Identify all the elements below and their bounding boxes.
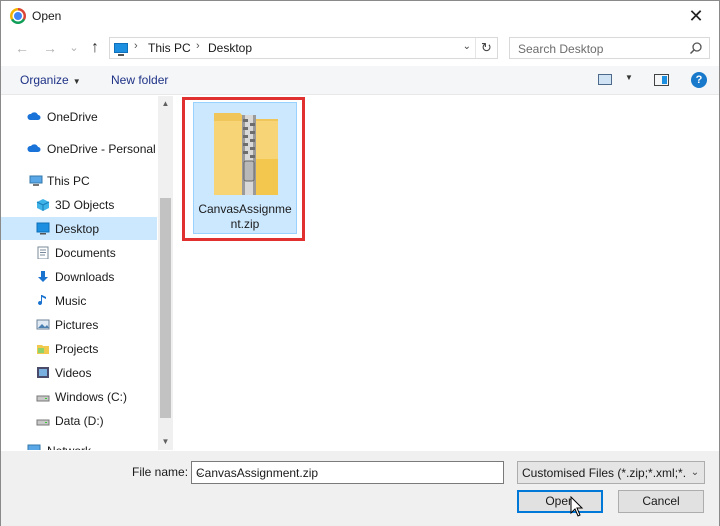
search-icon[interactable]	[689, 41, 703, 55]
dialog-footer: File name: CanvasAssignment.zip ⌄ Custom…	[1, 451, 719, 526]
scroll-up-arrow[interactable]: ▲	[158, 96, 173, 112]
cloud-icon	[27, 110, 41, 123]
picture-icon	[36, 318, 50, 331]
sidebar-item-label: Videos	[55, 366, 92, 380]
preview-pane-icon[interactable]	[654, 74, 669, 86]
scroll-thumb[interactable]	[160, 198, 171, 418]
breadcrumb-separator[interactable]: ›	[196, 40, 200, 52]
folder-icon	[36, 342, 50, 355]
sidebar-item-label: Projects	[55, 342, 99, 356]
sidebar-item-label: Downloads	[55, 270, 115, 284]
sidebar-item-label: 3D Objects	[55, 198, 115, 212]
file-name-label: File name:	[132, 465, 189, 479]
mouse-cursor-icon	[570, 496, 584, 517]
sidebar-item-desktop[interactable]: Desktop	[1, 217, 157, 240]
command-toolbar: Organize ▼ New folder ▼ ?	[1, 66, 719, 95]
chrome-icon	[10, 8, 26, 24]
sidebar-item-downloads[interactable]: Downloads	[1, 265, 157, 288]
sidebar-item-label: OneDrive	[47, 110, 98, 124]
search-box[interactable]: Search Desktop	[509, 37, 710, 59]
sidebar-item-music[interactable]: Music	[1, 289, 157, 312]
dialog-title: Open	[32, 9, 62, 23]
sidebar-item-this-pc[interactable]: This PC	[1, 169, 157, 192]
breadcrumb-separator[interactable]: ›	[134, 40, 138, 52]
sidebar-item-label: This PC	[47, 174, 90, 188]
cube-icon	[36, 198, 50, 211]
music-icon	[36, 294, 50, 307]
sidebar-item-projects[interactable]: Projects	[1, 337, 157, 360]
sidebar-item-label: Data (D:)	[55, 414, 104, 428]
sidebar-item-label: Music	[55, 294, 87, 308]
sidebar-item-videos[interactable]: Videos	[1, 361, 157, 384]
sidebar-item-data-d[interactable]: Data (D:)	[1, 409, 157, 432]
breadcrumb-this-pc[interactable]: This PC	[148, 41, 191, 55]
recent-locations-button[interactable]: ⌄	[65, 38, 83, 58]
sidebar-item-windows-c[interactable]: Windows (C:)	[1, 385, 157, 408]
organize-menu[interactable]: Organize ▼	[20, 73, 81, 87]
organize-label: Organize	[20, 73, 69, 87]
drive-icon	[36, 414, 50, 427]
search-placeholder: Search Desktop	[518, 42, 604, 56]
file-type-dropdown-icon[interactable]: ⌄	[686, 462, 704, 483]
sidebar-item-label: Network	[47, 444, 91, 450]
close-button[interactable]: ✕	[683, 4, 709, 28]
drive-icon	[36, 390, 50, 403]
file-type-select[interactable]: Customised Files (*.zip;*.xml;*.c ⌄	[517, 461, 705, 484]
forward-button[interactable]: →	[41, 38, 59, 58]
sidebar-item-label: Desktop	[55, 222, 100, 236]
download-icon	[36, 270, 50, 283]
selection-highlight-box	[182, 97, 305, 241]
file-type-value: Customised Files (*.zip;*.xml;*.c	[522, 466, 693, 480]
sidebar-item-documents[interactable]: Documents	[1, 241, 157, 264]
scroll-down-arrow[interactable]: ▼	[158, 434, 173, 450]
title-bar: Open ✕	[1, 1, 719, 32]
file-name-input[interactable]: CanvasAssignment.zip ⌄	[191, 461, 504, 484]
caret-down-icon: ▼	[72, 77, 81, 86]
sidebar-item-3d-objects[interactable]: 3D Objects	[1, 193, 157, 216]
computer-icon	[29, 174, 43, 187]
address-dropdown-icon[interactable]: ⌄	[463, 41, 471, 52]
sidebar-item-pictures[interactable]: Pictures	[1, 313, 157, 336]
sidebar-item-onedrive[interactable]: OneDrive	[1, 105, 157, 128]
back-button[interactable]: ←	[13, 38, 31, 58]
network-icon	[27, 444, 41, 450]
this-pc-icon	[114, 43, 128, 56]
cancel-button[interactable]: Cancel	[618, 490, 704, 513]
desktop-icon	[36, 222, 50, 235]
document-icon	[36, 246, 50, 260]
view-options-dropdown[interactable]: ▼	[625, 73, 633, 82]
new-folder-button[interactable]: New folder	[111, 73, 168, 87]
sidebar-item-network[interactable]: Network	[1, 439, 157, 450]
sidebar-item-label: OneDrive - Personal	[47, 142, 156, 156]
help-button[interactable]: ?	[691, 72, 707, 88]
video-icon	[36, 366, 50, 379]
refresh-button[interactable]: ↻	[475, 38, 497, 58]
open-button[interactable]: Open	[517, 490, 603, 513]
sidebar-item-label: Documents	[55, 246, 116, 260]
up-button[interactable]: ↑	[86, 38, 104, 58]
open-dialog: Open ✕ ← → ⌄ ↑ › This PC › Desktop ⌄ ↻ S…	[0, 0, 720, 526]
cloud-icon	[27, 142, 41, 155]
file-name-dropdown-icon[interactable]: ⌄	[196, 467, 498, 478]
sidebar-item-label: Windows (C:)	[55, 390, 128, 404]
change-view-icon[interactable]	[598, 74, 612, 85]
sidebar-item-label: Pictures	[55, 318, 99, 332]
navigation-pane: OneDrive OneDrive - Personal This PC 3D Obj…	[1, 96, 173, 450]
navigation-scrollbar[interactable]: ▲ ▼	[158, 96, 173, 450]
sidebar-item-onedrive-personal[interactable]: OneDrive - Personal	[1, 137, 157, 160]
navigation-bar: ← → ⌄ ↑ › This PC › Desktop ⌄ ↻ Search D…	[1, 34, 719, 62]
breadcrumb-desktop[interactable]: Desktop	[208, 41, 252, 55]
address-bar[interactable]: › This PC › Desktop ⌄ ↻	[109, 37, 498, 59]
